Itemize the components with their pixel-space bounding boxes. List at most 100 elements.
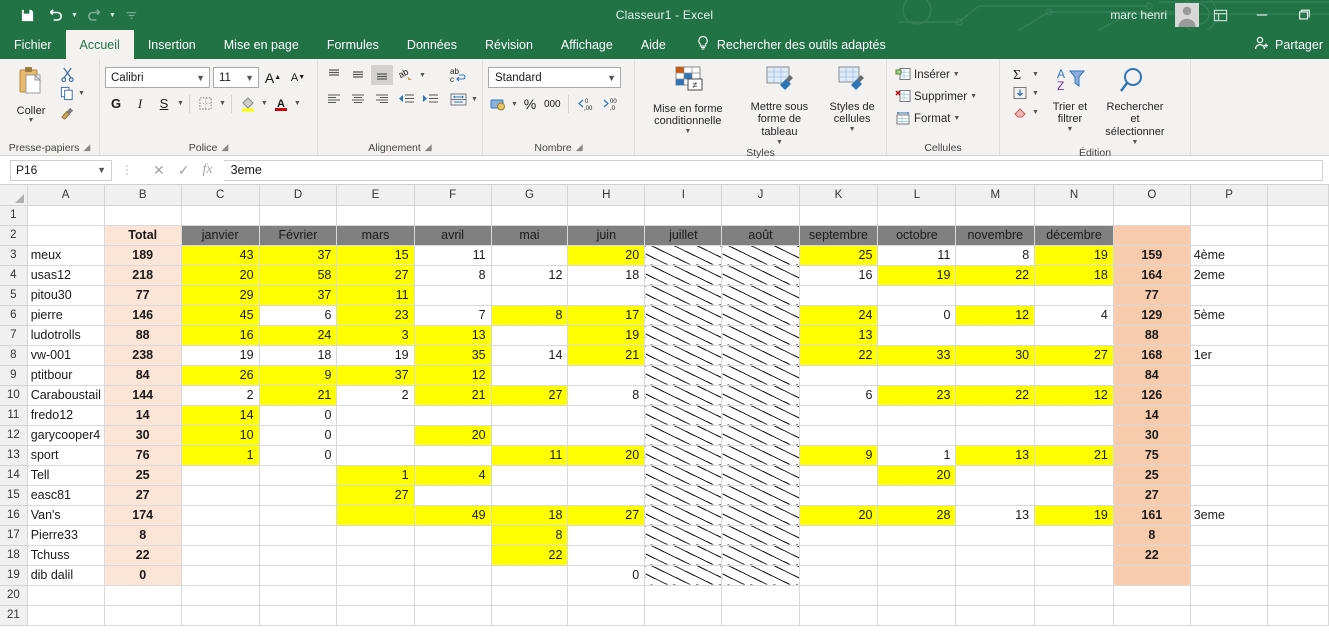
row-header-5[interactable]: 5 <box>0 285 28 306</box>
cell-A6-player-name[interactable]: pierre <box>27 305 105 326</box>
cell-undefined1[interactable] <box>1267 205 1329 226</box>
cell-E12[interactable] <box>336 425 415 446</box>
row-header-4[interactable]: 4 <box>0 265 28 286</box>
cell-K21[interactable] <box>799 605 879 626</box>
cell-A16-player-name[interactable]: Van's <box>27 505 105 526</box>
col-header-O[interactable]: O <box>1113 185 1191 206</box>
cell-P8-rank[interactable]: 1er <box>1190 345 1269 366</box>
cell-Q15[interactable] <box>1267 485 1329 506</box>
cell-A2[interactable] <box>27 225 105 246</box>
paste-button[interactable]: Coller ▼ <box>5 62 57 125</box>
cell-H21[interactable] <box>567 605 646 626</box>
cell-A19-player-name[interactable]: dib dalil <box>27 565 105 586</box>
cell-N3[interactable]: 19 <box>1034 245 1114 266</box>
row-header-15[interactable]: 15 <box>0 485 28 506</box>
row-header-3[interactable]: 3 <box>0 245 28 266</box>
cell-D8[interactable]: 18 <box>259 345 338 366</box>
cell-N1[interactable] <box>1034 205 1114 226</box>
cell-J20[interactable] <box>721 585 800 606</box>
cell-C12[interactable]: 10 <box>181 425 260 446</box>
cell-E2-month-header[interactable]: mars <box>336 225 415 246</box>
cell-E7[interactable]: 3 <box>336 325 415 346</box>
avatar[interactable] <box>1175 3 1199 27</box>
row-header-21[interactable]: 21 <box>0 605 28 626</box>
cell-P12-rank[interactable] <box>1190 425 1269 446</box>
cell-G21[interactable] <box>491 605 569 626</box>
tell-me-search[interactable]: Rechercher des outils adaptés <box>680 30 886 59</box>
cell-L5[interactable] <box>877 285 957 306</box>
cell-N5[interactable] <box>1034 285 1114 306</box>
cell-C5[interactable]: 29 <box>181 285 260 306</box>
cell-E19[interactable] <box>336 565 415 586</box>
cell-Q12[interactable] <box>1267 425 1329 446</box>
cell-C7[interactable]: 16 <box>181 325 260 346</box>
cell-O18-grand-total[interactable]: 22 <box>1113 545 1191 566</box>
align-left-icon[interactable] <box>323 89 345 109</box>
row-header-7[interactable]: 7 <box>0 325 28 346</box>
cell-I20[interactable] <box>644 585 723 606</box>
cell-G18[interactable]: 22 <box>491 545 569 566</box>
cell-styles-button[interactable]: Styles de cellules ▼ <box>823 62 881 134</box>
cell-H2-month-header[interactable]: juin <box>567 225 646 246</box>
name-box[interactable]: P16 ▼ <box>10 159 112 181</box>
col-header-C[interactable]: C <box>181 185 260 206</box>
cell-C14[interactable] <box>181 465 260 486</box>
underline-dropdown-icon[interactable]: ▼ <box>177 100 184 107</box>
cell-P2[interactable] <box>1190 225 1269 246</box>
cell-J15[interactable] <box>721 485 800 506</box>
cell-H12[interactable] <box>567 425 646 446</box>
chevron-down-icon[interactable]: ▼ <box>196 73 205 83</box>
cell-G14[interactable] <box>491 465 569 486</box>
cell-N7[interactable] <box>1034 325 1114 346</box>
cell-G17[interactable]: 8 <box>491 525 569 546</box>
tab-fichier[interactable]: Fichier <box>0 30 66 59</box>
cell-H1[interactable] <box>567 205 646 226</box>
cell-L17[interactable] <box>877 525 957 546</box>
cell-E5[interactable]: 11 <box>336 285 415 306</box>
insert-dropdown-icon[interactable]: ▼ <box>953 71 960 78</box>
cell-I12[interactable] <box>644 425 723 446</box>
font-name-combo[interactable]: Calibri ▼ <box>105 67 210 88</box>
borders-dropdown-icon[interactable]: ▼ <box>219 100 226 107</box>
confirm-formula-icon[interactable]: ✓ <box>178 162 190 179</box>
cell-I6[interactable] <box>644 305 723 326</box>
number-format-combo[interactable]: Standard ▼ <box>488 67 621 88</box>
maximize-icon[interactable] <box>1283 0 1325 30</box>
align-bottom-icon[interactable] <box>371 65 393 85</box>
chevron-down-icon[interactable]: ▼ <box>245 73 254 83</box>
cell-K12[interactable] <box>799 425 879 446</box>
borders-icon[interactable] <box>195 93 217 114</box>
cell-M14[interactable] <box>955 465 1036 486</box>
cell-K17[interactable] <box>799 525 879 546</box>
cell-E13[interactable] <box>336 445 415 466</box>
col-header-B[interactable]: B <box>104 185 182 206</box>
spreadsheet-grid[interactable]: A B C D E F G H I J K L M N O P 1 2 Total j… <box>0 185 1329 638</box>
cell-L2-month-header[interactable]: octobre <box>877 225 957 246</box>
cell-M1[interactable] <box>955 205 1036 226</box>
cell-P20[interactable] <box>1190 585 1269 606</box>
tab-formules[interactable]: Formules <box>313 30 393 59</box>
cell-A21[interactable] <box>27 605 105 626</box>
cell-C2-month-header[interactable]: janvier <box>181 225 260 246</box>
wrap-text-icon[interactable]: ab c <box>447 65 469 85</box>
cell-Q7[interactable] <box>1267 325 1329 346</box>
cell-D20[interactable] <box>259 585 338 606</box>
cell-K16[interactable]: 20 <box>799 505 879 526</box>
cell-F6[interactable]: 7 <box>414 305 492 326</box>
quick-access-toolbar[interactable]: ▼ ▼ <box>0 3 145 27</box>
cell-F12[interactable]: 20 <box>414 425 492 446</box>
cell-A7-player-name[interactable]: ludotrolls <box>27 325 105 346</box>
cell-I1[interactable] <box>644 205 723 226</box>
shrink-font-icon[interactable]: A ▼ <box>287 67 309 88</box>
cell-H19[interactable]: 0 <box>567 565 646 586</box>
cell-L8[interactable]: 33 <box>877 345 957 366</box>
cell-G6[interactable]: 8 <box>491 305 569 326</box>
cell-L21[interactable] <box>877 605 957 626</box>
save-icon[interactable] <box>14 3 40 27</box>
cell-E1[interactable] <box>336 205 415 226</box>
cell-Q9[interactable] <box>1267 365 1329 386</box>
cell-J2-month-header[interactable]: août <box>721 225 800 246</box>
cell-P11-rank[interactable] <box>1190 405 1269 426</box>
cell-I8[interactable] <box>644 345 723 366</box>
table-dropdown-icon[interactable]: ▼ <box>776 139 783 147</box>
